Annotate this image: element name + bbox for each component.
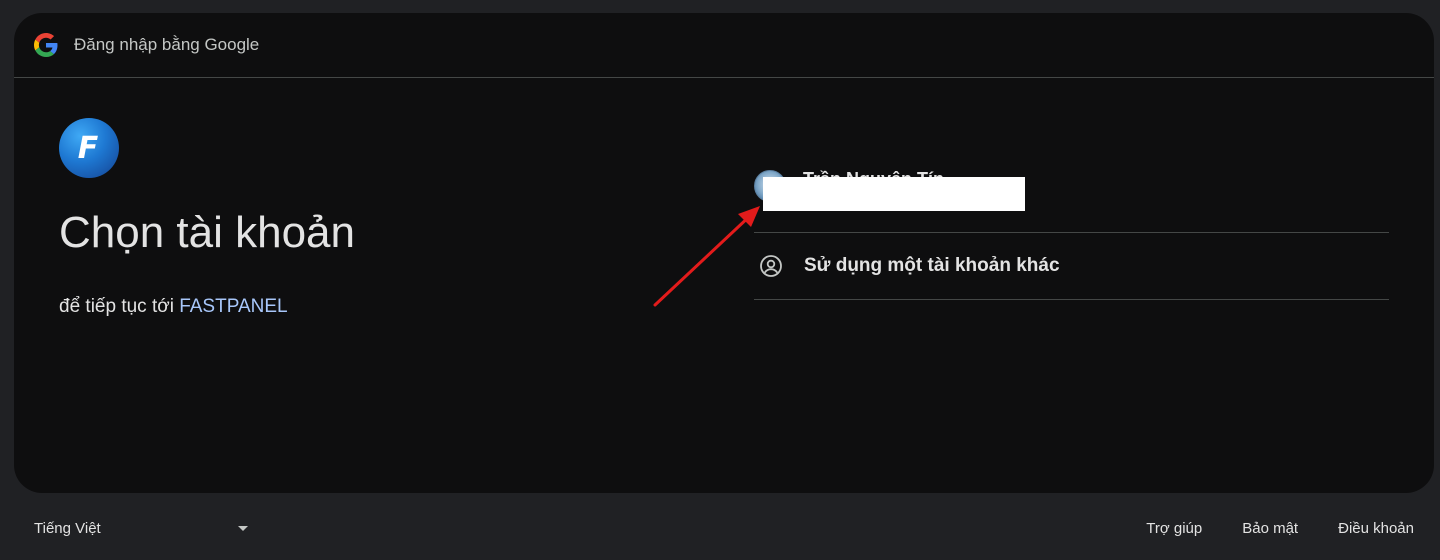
footer: Tiếng Việt Trợ giúp Bảo mật Điều khoản [0, 510, 1440, 554]
app-name-link[interactable]: FASTPANEL [179, 296, 287, 317]
use-another-account-label: Sử dụng một tài khoản khác [804, 255, 1060, 276]
language-select[interactable]: Tiếng Việt [34, 520, 248, 537]
page-title: Chọn tài khoản [59, 208, 355, 257]
google-g-icon [34, 33, 58, 57]
fastpanel-logo: F [59, 118, 119, 178]
app-logo-letter: F [77, 130, 99, 166]
help-link[interactable]: Trợ giúp [1146, 520, 1202, 537]
header-title: Đăng nhập bằng Google [74, 35, 260, 54]
chevron-down-icon [238, 526, 248, 531]
subtitle-prefix: để tiếp tục tới [59, 296, 174, 317]
account-item[interactable]: Trần Nguyên Tín [754, 156, 1389, 233]
language-label: Tiếng Việt [34, 520, 101, 537]
account-chooser-card: Đăng nhập bằng Google F Chọn tài khoản đ… [14, 13, 1434, 493]
use-another-account-button[interactable]: Sử dụng một tài khoản khác [754, 233, 1389, 300]
subtitle: để tiếp tục tới FASTPANEL [59, 296, 288, 318]
privacy-link[interactable]: Bảo mật [1242, 520, 1298, 537]
redaction-box [763, 177, 1025, 211]
account-list: Trần Nguyên Tín Sử dụng một tài khoản kh… [754, 156, 1389, 300]
terms-link[interactable]: Điều khoản [1338, 520, 1414, 537]
footer-links: Trợ giúp Bảo mật Điều khoản [1146, 520, 1414, 537]
card-header: Đăng nhập bằng Google [14, 13, 1434, 78]
person-circle-icon [754, 249, 788, 283]
